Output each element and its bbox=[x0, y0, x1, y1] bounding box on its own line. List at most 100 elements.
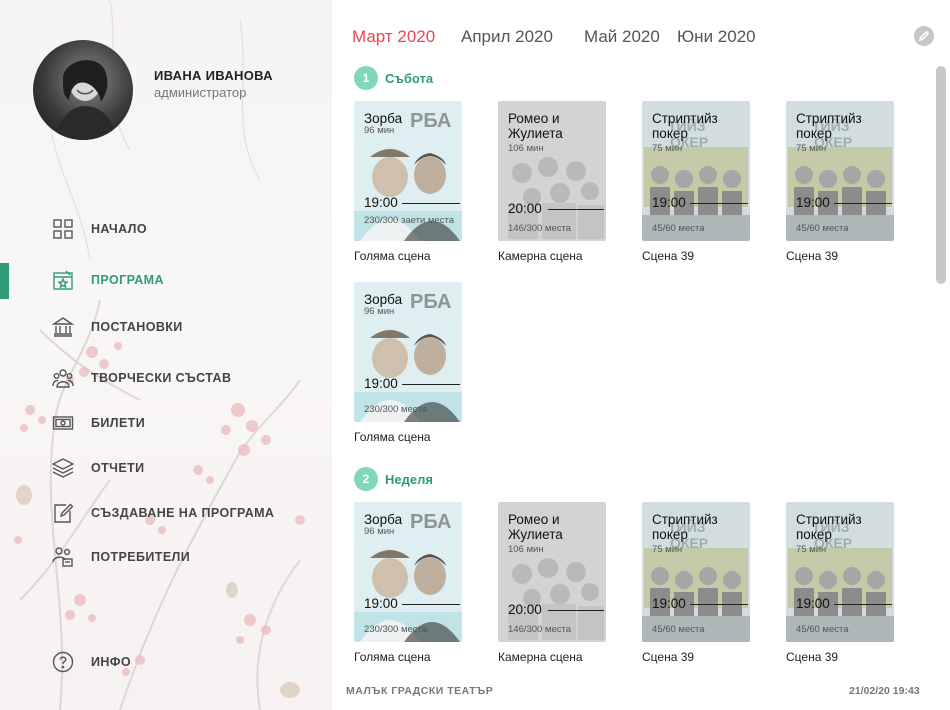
show-card[interactable]: ТИЙЗ ОКЕР Стриптийз покер 75 мин 19:00 45/60 … bbox=[642, 502, 750, 642]
scrollbar-thumb[interactable] bbox=[936, 66, 946, 284]
show-card[interactable]: РБА Зорба 96 мин 19:00 230/300 заети места bbox=[354, 101, 462, 241]
user-role: администратор bbox=[154, 85, 247, 100]
profile-photo bbox=[55, 60, 117, 140]
show-title: Стриптийз покер bbox=[796, 111, 862, 141]
time-divider bbox=[402, 384, 460, 385]
day-label: Събота bbox=[385, 70, 434, 86]
edit-button[interactable] bbox=[914, 26, 934, 46]
nav-item-productions[interactable]: ПОСТАНОВКИ bbox=[0, 310, 332, 344]
sidebar: ИВАНА ИВАНОВА администратор НАЧАЛО ПРОГР… bbox=[0, 0, 332, 710]
show-title: Зорба bbox=[364, 111, 403, 126]
avatar[interactable] bbox=[33, 40, 133, 140]
show-title: Ромео и Жулиета bbox=[508, 512, 563, 542]
stage-name: Голяма сцена bbox=[354, 249, 431, 263]
time-divider bbox=[834, 604, 892, 605]
nav-item-reports[interactable]: ОТЧЕТИ bbox=[0, 451, 332, 485]
show-card[interactable]: РБА Зорба 96 мин 19:00 230/300 места bbox=[354, 282, 462, 422]
grid-icon bbox=[51, 217, 75, 241]
show-card[interactable]: ТИЙЗ ОКЕР Стриптийз покер 75 мин 19:00 45/60 … bbox=[642, 101, 750, 241]
show-card[interactable]: ТИЙЗ ОКЕР Стриптийз покер 75 мин 19:00 45/60 … bbox=[786, 502, 894, 642]
seat-count: 230/300 заети места bbox=[364, 215, 454, 226]
edit-doc-icon bbox=[51, 501, 75, 525]
help-circle-icon bbox=[51, 650, 75, 674]
nav-label: БИЛЕТИ bbox=[91, 416, 146, 430]
show-time: 20:00 bbox=[508, 201, 542, 216]
calendar-star-icon bbox=[51, 268, 75, 292]
time-divider bbox=[548, 209, 604, 210]
time-divider bbox=[690, 604, 748, 605]
time-divider bbox=[402, 203, 460, 204]
month-tab-june[interactable]: Юни 2020 bbox=[677, 27, 756, 47]
show-time: 20:00 bbox=[508, 602, 542, 617]
show-title: Зорба bbox=[364, 512, 403, 527]
nav-label: ТВОРЧЕСКИ СЪСТАВ bbox=[91, 371, 232, 385]
month-tab-may[interactable]: Май 2020 bbox=[584, 27, 660, 47]
show-time: 19:00 bbox=[652, 195, 686, 210]
day-number-badge: 2 bbox=[354, 467, 378, 491]
seat-count: 45/60 места bbox=[796, 223, 849, 234]
nav-item-home[interactable]: НАЧАЛО bbox=[0, 212, 332, 246]
datetime-stamp: 21/02/20 19:43 bbox=[849, 685, 920, 697]
theater-name: МАЛЪК ГРАДСКИ ТЕАТЪР bbox=[346, 685, 494, 697]
nav-label: ПРОГРАМА bbox=[91, 273, 164, 287]
users-icon bbox=[51, 545, 75, 569]
show-card[interactable]: Ромео и Жулиета 106 мин 20:00 146/300 места bbox=[498, 101, 606, 241]
show-duration: 96 мин bbox=[364, 526, 395, 537]
people-icon bbox=[51, 366, 75, 390]
time-divider bbox=[690, 203, 748, 204]
seat-count: 45/60 места bbox=[652, 223, 705, 234]
nav-item-users[interactable]: ПОТРЕБИТЕЛИ bbox=[0, 540, 332, 574]
nav-item-program[interactable]: ПРОГРАМА bbox=[0, 263, 332, 297]
stage-name: Камерна сцена bbox=[498, 650, 583, 664]
nav-item-info[interactable]: ИНФО bbox=[0, 645, 332, 679]
nav-label: НАЧАЛО bbox=[91, 222, 147, 236]
month-tab-april[interactable]: Април 2020 bbox=[461, 27, 553, 47]
stage-name: Голяма сцена bbox=[354, 430, 431, 444]
layers-icon bbox=[51, 456, 75, 480]
show-duration: 106 мин bbox=[508, 143, 544, 154]
nav-label: ИНФО bbox=[91, 655, 132, 669]
show-duration: 96 мин bbox=[364, 306, 395, 317]
nav-label: ПОТРЕБИТЕЛИ bbox=[91, 550, 191, 564]
show-card[interactable]: ТИЙЗ ОКЕР Стриптийз покер 75 мин 19:00 45/60 … bbox=[786, 101, 894, 241]
stage-name: Сцена 39 bbox=[642, 650, 695, 664]
show-title: Стриптийз покер bbox=[652, 111, 718, 141]
day-label: Неделя bbox=[385, 471, 433, 487]
stage-name: Сцена 39 bbox=[642, 249, 695, 263]
show-time: 19:00 bbox=[364, 596, 398, 611]
day-header: 2 Неделя bbox=[354, 467, 433, 491]
seat-count: 230/300 места bbox=[364, 624, 428, 635]
show-title: Стриптийз покер bbox=[796, 512, 862, 542]
day-header: 1 Събота bbox=[354, 66, 433, 90]
seat-count: 45/60 места bbox=[796, 624, 849, 635]
time-divider bbox=[834, 203, 892, 204]
seat-count: 146/300 места bbox=[508, 624, 572, 635]
show-time: 19:00 bbox=[364, 195, 398, 210]
stage-name: Голяма сцена bbox=[354, 650, 431, 664]
nav-label: СЪЗДАВАНЕ НА ПРОГРАМА bbox=[91, 506, 275, 520]
time-divider bbox=[548, 610, 604, 611]
show-time: 19:00 bbox=[796, 596, 830, 611]
show-duration: 75 мин bbox=[796, 544, 827, 555]
show-title: Стриптийз покер bbox=[652, 512, 718, 542]
month-tab-march[interactable]: Март 2020 bbox=[352, 27, 435, 47]
nav-label: ПОСТАНОВКИ bbox=[91, 320, 183, 334]
theater-building-icon bbox=[51, 315, 75, 339]
show-duration: 75 мин bbox=[652, 544, 683, 555]
stage-name: Камерна сцена bbox=[498, 249, 583, 263]
show-duration: 75 мин bbox=[652, 143, 683, 154]
show-title: Ромео и Жулиета bbox=[508, 111, 563, 141]
nav-item-creative-team[interactable]: ТВОРЧЕСКИ СЪСТАВ bbox=[0, 361, 332, 395]
nav-item-create-program[interactable]: СЪЗДАВАНЕ НА ПРОГРАМА bbox=[0, 496, 332, 530]
main-content: Март 2020 Април 2020 Май 2020 Юни 2020 1… bbox=[332, 0, 950, 710]
show-duration: 96 мин bbox=[364, 125, 395, 136]
show-card[interactable]: Ромео и Жулиета 106 мин 20:00 146/300 места bbox=[498, 502, 606, 642]
time-divider bbox=[402, 604, 460, 605]
seat-count: 230/300 места bbox=[364, 404, 428, 415]
show-card[interactable]: РБА Зорба 96 мин 19:00 230/300 места bbox=[354, 502, 462, 642]
day-number-badge: 1 bbox=[354, 66, 378, 90]
pencil-icon bbox=[918, 30, 930, 42]
user-name: ИВАНА ИВАНОВА bbox=[154, 68, 273, 83]
nav-item-tickets[interactable]: БИЛЕТИ bbox=[0, 406, 332, 440]
show-time: 19:00 bbox=[796, 195, 830, 210]
